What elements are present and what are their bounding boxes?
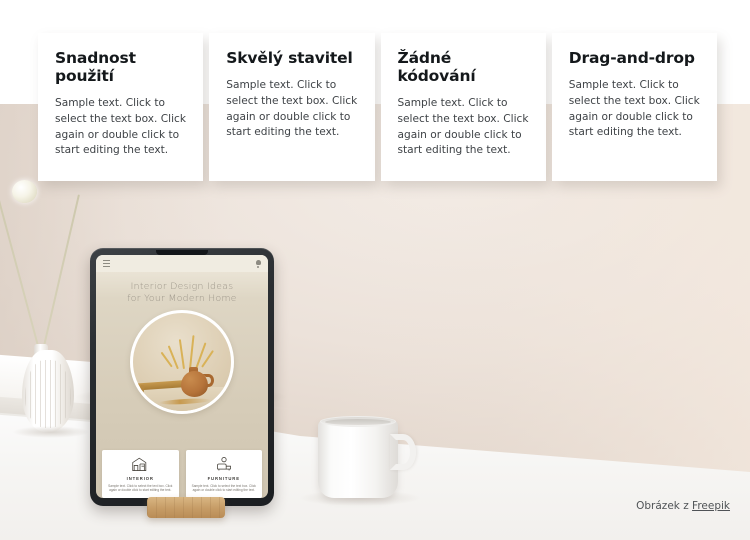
flower-bloom-icon bbox=[12, 180, 37, 203]
tablet-tile-label: FURNITURE bbox=[207, 475, 240, 481]
feature-card[interactable]: Drag-and-drop Sample text. Click to sele… bbox=[551, 33, 717, 182]
vase-shadow bbox=[12, 426, 90, 438]
feature-card-title: Snadnost použití bbox=[55, 49, 136, 85]
tablet-tile-furniture[interactable]: FURNITURE Sample text. Click to select t… bbox=[185, 449, 262, 498]
mug-rim bbox=[320, 416, 396, 427]
feature-card-title: Skvělý stavitel bbox=[226, 49, 353, 67]
tablet-device: Interior Design Ideas for Your Modern Ho… bbox=[90, 248, 274, 506]
tablet-camera-notch bbox=[156, 249, 208, 255]
feature-card-text: Sample text. Click to select the text bo… bbox=[568, 79, 700, 139]
tablet-wooden-stand bbox=[147, 497, 225, 518]
feature-card[interactable]: Skvělý stavitel Sample text. Click to se… bbox=[209, 33, 375, 182]
tablet-tile-interior[interactable]: INTERIOR Sample text. Click to select th… bbox=[102, 449, 179, 498]
hamburger-icon[interactable] bbox=[103, 260, 110, 267]
tablet-tile-row: INTERIOR Sample text. Click to select th… bbox=[96, 449, 268, 498]
tablet-topbar bbox=[96, 255, 268, 272]
feature-card-text: Sample text. Click to select the text bo… bbox=[397, 97, 529, 157]
tablet-hero-wrapper bbox=[96, 310, 268, 414]
tablet-hero-circle-image bbox=[130, 310, 234, 414]
hero-sprig-icon bbox=[201, 349, 214, 368]
bell-icon[interactable] bbox=[255, 259, 261, 268]
tablet-headline-line-2: for Your Modern Home bbox=[127, 292, 237, 304]
feature-card[interactable]: Snadnost použití Sample text. Click to s… bbox=[38, 33, 204, 182]
mug-handle bbox=[390, 434, 416, 470]
feature-card-row: Snadnost použití Sample text. Click to s… bbox=[0, 0, 750, 182]
attribution-prefix: Obrázek z bbox=[636, 500, 693, 512]
feature-card-text: Sample text. Click to select the text bo… bbox=[55, 97, 186, 157]
interior-room-icon bbox=[131, 456, 149, 472]
feature-card[interactable]: Žádné kódování Sample text. Click to sel… bbox=[380, 33, 546, 182]
tablet-headline: Interior Design Ideas for Your Modern Ho… bbox=[96, 272, 268, 304]
hero-sprig-icon bbox=[189, 335, 195, 370]
screenshot-root: Interior Design Ideas for Your Modern Ho… bbox=[0, 0, 750, 540]
furniture-sofa-icon bbox=[215, 456, 233, 472]
feature-card-text: Sample text. Click to select the text bo… bbox=[226, 79, 358, 139]
tablet-tile-text: Sample text. Click to select the text bo… bbox=[108, 483, 173, 493]
freepik-link[interactable]: Freepik bbox=[692, 500, 730, 512]
tablet-headline-line-1: Interior Design Ideas bbox=[130, 281, 234, 292]
feature-card-title: Drag-and-drop bbox=[568, 49, 695, 67]
white-ribbed-vase bbox=[22, 350, 74, 432]
image-attribution: Obrázek z Freepik bbox=[636, 500, 730, 512]
tablet-screen: Interior Design Ideas for Your Modern Ho… bbox=[96, 255, 268, 498]
tablet-tile-text: Sample text. Click to select the text bo… bbox=[191, 483, 256, 493]
white-mug bbox=[318, 416, 416, 498]
tablet-tile-label: INTERIOR bbox=[126, 475, 154, 481]
feature-card-title: Žádné kódování bbox=[397, 49, 476, 85]
hero-sprig-icon bbox=[178, 339, 185, 370]
hero-terracotta-jug bbox=[181, 371, 208, 397]
